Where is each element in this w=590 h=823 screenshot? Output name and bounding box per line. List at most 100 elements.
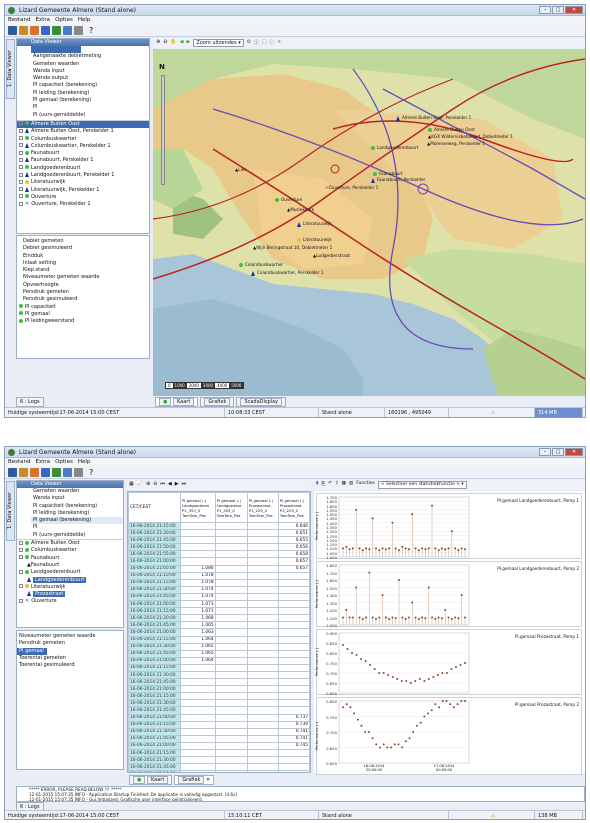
map-label[interactable]: Almere Buiten Oost [428, 127, 475, 132]
data-point[interactable] [454, 666, 457, 668]
data-point[interactable] [415, 724, 418, 727]
table-cell[interactable] [277, 607, 310, 616]
table-cell[interactable] [180, 756, 216, 765]
map-label[interactable]: ▲Lies [235, 167, 247, 172]
table-cell[interactable] [214, 713, 248, 722]
table-cell[interactable] [180, 706, 216, 715]
table-cell[interactable] [214, 770, 248, 772]
table-cell[interactable]: 0.739 [277, 720, 310, 729]
table-cell[interactable]: 0.658 [277, 550, 310, 559]
first-icon[interactable]: ⏮ [160, 481, 165, 489]
table-cell[interactable]: 16-06-2014 21:00:00 [128, 685, 181, 694]
chart-panel[interactable]: PI.gemaal Prozastraat, Pomp 1 Performance… [315, 629, 582, 696]
data-point[interactable] [367, 731, 370, 733]
table-cell[interactable] [180, 741, 216, 751]
select-icon[interactable]: ⬚ [262, 39, 267, 47]
data-point[interactable] [382, 743, 385, 746]
table-row[interactable]: 16-06-2014 21:30:00 0.741 [128, 727, 310, 736]
warning-icon[interactable]: ⚠ [449, 811, 535, 819]
data-point[interactable] [368, 571, 371, 574]
table-cell[interactable] [246, 663, 279, 672]
data-point[interactable] [371, 737, 374, 740]
tree-item[interactable]: Aangenaakte debietmeting [31, 53, 149, 60]
table-cell[interactable]: 1.065 [180, 642, 216, 651]
table-row[interactable]: 16-06-2014 21:00:00 [128, 685, 310, 694]
data-point[interactable] [440, 617, 443, 620]
layers-icon[interactable]: ✿ [247, 39, 251, 47]
maximize-button[interactable]: □ [552, 448, 564, 456]
tab-logs[interactable]: 6 : Logs [16, 397, 44, 407]
table-row[interactable]: 16-06-2014 21:45:00 [128, 706, 310, 715]
map-label[interactable]: ▲KGX Wildernisbebouwd, Debietmeter 1 [428, 134, 513, 139]
table-cell[interactable] [246, 756, 279, 765]
table-cell[interactable]: 16-06-2014 21:45:00 [128, 649, 181, 658]
table-cell[interactable] [246, 678, 279, 687]
tree-location-item[interactable]: Literatuurwijk [17, 179, 149, 186]
table-cell[interactable] [277, 663, 310, 672]
close-button[interactable]: ✕ [565, 6, 583, 14]
data-point[interactable] [356, 718, 359, 721]
table-row[interactable]: 16-06-2014 21:00:00 1.073 [128, 600, 310, 609]
table-row[interactable]: 16-06-2014 21:30:00 1.068 [128, 614, 310, 623]
table-cell[interactable] [246, 571, 279, 580]
next-icon[interactable]: ▶ [175, 481, 179, 489]
table-row[interactable]: 16-06-2014 21:00:00 1.064 [128, 656, 310, 665]
forward-icon[interactable]: ▶ [187, 39, 191, 47]
table-cell[interactable] [277, 656, 310, 665]
table-cell[interactable] [180, 727, 216, 736]
menu-help[interactable]: Help [78, 458, 91, 467]
table-cell[interactable]: 1.065 [180, 649, 216, 658]
map-label[interactable]: ▲Wijn Beringstraat 10, Debietmeter 1 [253, 245, 332, 250]
table-cell[interactable]: 0.651 [277, 529, 310, 538]
table-cell[interactable]: 16-06-2014 21:30:00 [128, 642, 181, 651]
menu-extra[interactable]: Extra [36, 458, 51, 467]
table-cell[interactable] [180, 692, 216, 701]
table-cell[interactable]: 16-06-2014 21:45:00 [128, 763, 181, 772]
table-cell[interactable] [214, 550, 248, 559]
table-cell[interactable] [214, 628, 248, 637]
side-tab-data-viewer[interactable]: 1: Data Viewer [6, 481, 15, 541]
table-cell[interactable] [246, 763, 279, 772]
table-cell[interactable] [277, 642, 310, 651]
table-cell[interactable]: 16-06-2014 21:30:00 [128, 727, 181, 736]
parameter-item[interactable]: Persdruk gemeten [17, 640, 123, 647]
table-cell[interactable]: 1.063 [180, 628, 216, 637]
data-point[interactable] [464, 548, 466, 551]
table-cell[interactable]: 1.086 [180, 564, 216, 573]
table-row[interactable]: 16-06-2014 21:00:00 0.745 [128, 741, 310, 751]
data-point[interactable] [364, 660, 367, 662]
last-icon[interactable]: ⏭ [182, 481, 187, 489]
table-row[interactable]: 16-06-2014 21:45:00 1.065 [128, 649, 310, 658]
tree-location-item[interactable]: Landgoederenbuurt, Perskelder 1 [17, 172, 149, 179]
tree-location-item[interactable]: Landgoederenbuurt [17, 569, 123, 576]
table-row[interactable]: 16-06-2014 21:00:00 [128, 770, 310, 772]
map-label[interactable]: Columbuskwartier [239, 262, 283, 267]
table-row[interactable]: 16-06-2014 21:15:00 1.064 [128, 635, 310, 644]
col-header[interactable]: PI gemaal (-) Prozastraat, P1_229_0 TamT… [246, 492, 279, 523]
data-point[interactable] [345, 609, 348, 611]
data-point[interactable] [374, 547, 377, 550]
grid-icon[interactable] [8, 468, 17, 477]
table-row[interactable]: 16-06-2014 21:00:00 0.657 [128, 557, 310, 566]
data-point[interactable] [360, 724, 363, 727]
data-point[interactable] [450, 668, 453, 670]
table-cell[interactable] [246, 621, 279, 630]
menu-opties[interactable]: Opties [55, 458, 73, 467]
table-cell[interactable] [277, 571, 310, 580]
table-cell[interactable] [246, 592, 279, 602]
table-cell[interactable] [214, 756, 248, 765]
table-cell[interactable]: 16-06-2014 21:45:00 [128, 536, 181, 545]
map-label[interactable]: ▲Ludgerberstraat [313, 253, 350, 258]
data-point[interactable] [382, 672, 385, 674]
data-point[interactable] [391, 676, 394, 678]
table-row[interactable]: 16-06-2014 21:45:00 [128, 678, 310, 687]
tree-location-item[interactable]: ▲Faunabuurt [17, 562, 123, 569]
table-row[interactable]: 16-06-2014 21:45:00 1.065 [128, 621, 310, 630]
data-point[interactable] [457, 617, 460, 620]
data-point[interactable] [353, 712, 356, 715]
data-point[interactable] [438, 706, 441, 709]
data-point[interactable] [436, 674, 439, 676]
table-cell[interactable]: 0.646 [277, 521, 310, 531]
data-point[interactable] [396, 678, 399, 680]
data-point[interactable] [358, 547, 361, 550]
